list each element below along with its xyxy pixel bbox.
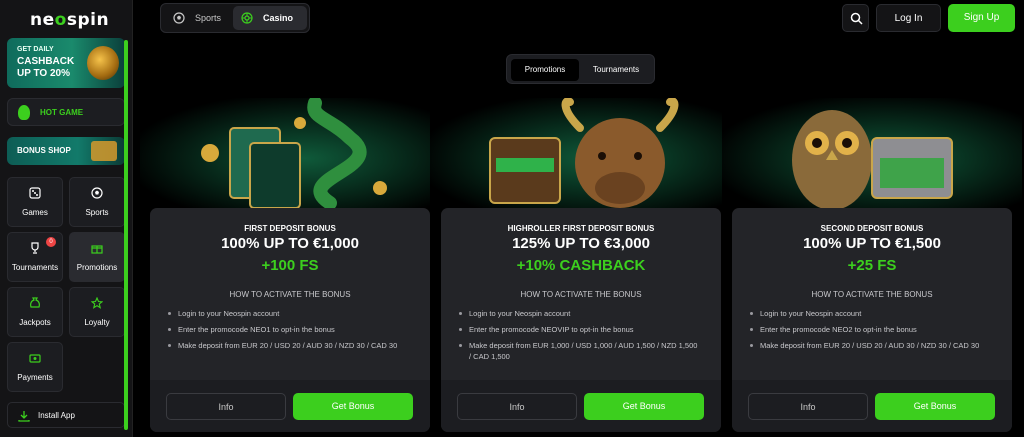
list-item: Enter the promocode NEO1 to opt-in the b… xyxy=(168,324,408,335)
sidebar-scrollbar[interactable] xyxy=(124,40,128,430)
chest-icon xyxy=(91,141,117,161)
info-button[interactable]: Info xyxy=(457,393,577,420)
list-item: Enter the promocode NEO2 to opt-in the b… xyxy=(750,324,990,335)
bonus-card-second-deposit: SECOND DEPOSIT BONUS 100% UP TO €1,500 +… xyxy=(732,208,1012,432)
list-item: Login to your Neospin account xyxy=(750,308,990,319)
bonus-extra: +25 FS xyxy=(847,257,897,274)
sidebar-item-label: Promotions xyxy=(76,263,118,272)
hot-game-button[interactable]: HOT GAME xyxy=(7,98,125,126)
list-item: Make deposit from EUR 20 / USD 20 / AUD … xyxy=(168,340,408,351)
tournaments-badge: 0 xyxy=(46,237,56,247)
signup-button[interactable]: Sign Up xyxy=(948,4,1015,32)
cashback-banner[interactable]: GET DAILY CASHBACK UP TO 20% xyxy=(7,38,125,88)
list-item: Enter the promocode NEOVIP to opt-in the… xyxy=(459,324,699,335)
list-item: Login to your Neospin account xyxy=(168,308,408,319)
get-bonus-button[interactable]: Get Bonus xyxy=(875,393,995,420)
sidebar-item-label: Tournaments xyxy=(11,263,59,272)
product-switcher: Sports Casino xyxy=(160,3,310,33)
owl-art xyxy=(722,98,1022,208)
how-to-activate-title: HOW TO ACTIVATE THE BONUS xyxy=(811,290,933,299)
sidebar: neospin GET DAILY CASHBACK UP TO 20% HOT… xyxy=(0,0,133,437)
cash-icon xyxy=(29,354,41,363)
bonus-main: 100% UP TO €1,500 xyxy=(803,235,941,252)
tab-sports[interactable]: Sports xyxy=(165,6,231,30)
soccer-ball-icon xyxy=(91,187,103,199)
install-app-button[interactable]: Install App xyxy=(7,402,125,428)
bonus-shop-banner[interactable]: BONUS SHOP xyxy=(7,137,125,165)
bull-art xyxy=(430,98,730,208)
tab-tournaments[interactable]: Tournaments xyxy=(581,59,651,81)
bonus-card-first-deposit: FIRST DEPOSIT BONUS 100% UP TO €1,000 +1… xyxy=(150,208,430,432)
gift-icon xyxy=(91,245,103,254)
content-tabs: Promotions Tournaments xyxy=(506,54,655,84)
info-button[interactable]: Info xyxy=(166,393,286,420)
bonus-main: 100% UP TO €1,000 xyxy=(221,235,359,252)
how-to-activate-title: HOW TO ACTIVATE THE BONUS xyxy=(229,290,351,299)
sidebar-item-label: Jackpots xyxy=(19,318,51,327)
roulette-icon xyxy=(241,12,253,24)
cashback-line1: GET DAILY xyxy=(17,46,54,53)
sidebar-item-promotions[interactable]: Promotions xyxy=(69,232,125,282)
snake-art xyxy=(140,98,440,208)
bonus-subtitle: FIRST DEPOSIT BONUS xyxy=(244,224,336,233)
download-icon xyxy=(18,411,30,422)
trophy-icon xyxy=(31,242,39,254)
card-footer: Info Get Bonus xyxy=(732,380,1012,432)
login-button[interactable]: Log In xyxy=(876,4,941,32)
bonus-subtitle: SECOND DEPOSIT BONUS xyxy=(820,224,924,233)
tab-casino[interactable]: Casino xyxy=(233,6,307,30)
install-app-label: Install App xyxy=(38,411,75,420)
card-footer: Info Get Bonus xyxy=(150,380,430,432)
sidebar-item-loyalty[interactable]: Loyalty xyxy=(69,287,125,337)
search-icon xyxy=(850,12,863,25)
hot-game-label: HOT GAME xyxy=(40,108,84,117)
info-button[interactable]: Info xyxy=(748,393,868,420)
search-button[interactable] xyxy=(842,4,869,32)
activation-steps: Login to your Neospin account Enter the … xyxy=(750,308,990,356)
sidebar-item-label: Sports xyxy=(85,208,109,217)
cashback-line2: CASHBACK UP TO 20% xyxy=(17,56,75,79)
star-icon xyxy=(91,297,103,309)
list-item: Login to your Neospin account xyxy=(459,308,699,319)
sidebar-item-payments[interactable]: Payments xyxy=(7,342,63,392)
bonus-card-highroller: HIGHROLLER FIRST DEPOSIT BONUS 125% UP T… xyxy=(441,208,721,432)
fire-icon xyxy=(18,105,30,120)
brand-logo[interactable]: neospin xyxy=(30,10,109,30)
sidebar-item-jackpots[interactable]: Jackpots xyxy=(7,287,63,337)
bonus-extra: +100 FS xyxy=(261,257,319,274)
money-bag-icon xyxy=(30,297,40,308)
sidebar-item-tournaments[interactable]: 0 Tournaments xyxy=(7,232,63,282)
sidebar-item-games[interactable]: Games xyxy=(7,177,63,227)
sidebar-item-label: Loyalty xyxy=(84,318,110,327)
bonus-shop-label: BONUS SHOP xyxy=(17,146,71,155)
tab-casino-label: Casino xyxy=(263,13,294,23)
soccer-ball-icon xyxy=(173,12,185,24)
list-item: Make deposit from EUR 1,000 / USD 1,000 … xyxy=(459,340,699,362)
bonus-main: 125% UP TO €3,000 xyxy=(512,235,650,252)
dice-icon xyxy=(29,187,41,199)
sidebar-item-label: Payments xyxy=(17,373,53,382)
sidebar-item-label: Games xyxy=(22,208,48,217)
card-footer: Info Get Bonus xyxy=(441,380,721,432)
list-item: Make deposit from EUR 20 / USD 20 / AUD … xyxy=(750,340,990,351)
bonus-extra: +10% CASHBACK xyxy=(516,257,646,274)
tab-promotions[interactable]: Promotions xyxy=(511,59,579,81)
activation-steps: Login to your Neospin account Enter the … xyxy=(459,308,699,367)
bonus-subtitle: HIGHROLLER FIRST DEPOSIT BONUS xyxy=(507,224,655,233)
activation-steps: Login to your Neospin account Enter the … xyxy=(168,308,408,356)
coin-icon xyxy=(87,46,119,80)
sidebar-item-sports[interactable]: Sports xyxy=(69,177,125,227)
tab-sports-label: Sports xyxy=(195,13,222,23)
how-to-activate-title: HOW TO ACTIVATE THE BONUS xyxy=(520,290,642,299)
get-bonus-button[interactable]: Get Bonus xyxy=(293,393,413,420)
get-bonus-button[interactable]: Get Bonus xyxy=(584,393,704,420)
